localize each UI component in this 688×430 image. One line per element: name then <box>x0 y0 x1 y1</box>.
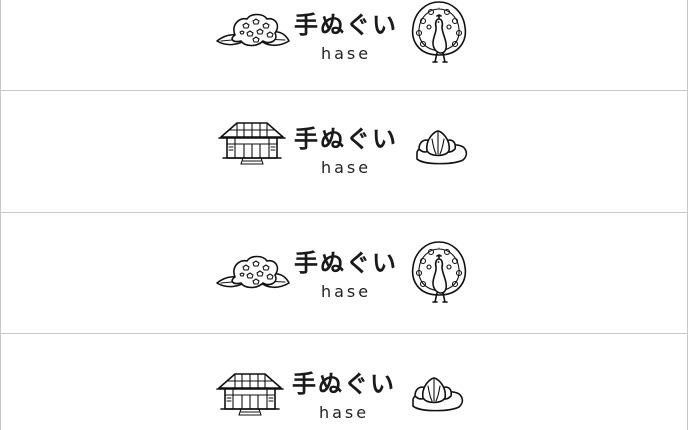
tag-subtitle: hase <box>320 282 372 301</box>
tag-strip: 手ぬぐい hase <box>0 212 688 334</box>
tag-strip: 手ぬぐい hase <box>0 334 688 430</box>
tag-title: 手ぬぐい <box>292 370 396 398</box>
tag-label: 手ぬぐい hase <box>291 11 401 63</box>
temple-icon <box>217 119 287 167</box>
tag-label: 手ぬぐい hase <box>289 370 399 422</box>
temple-icon <box>215 370 285 418</box>
tag-label: 手ぬぐい hase <box>291 125 401 177</box>
lotus-icon <box>409 129 469 165</box>
tag-subtitle: hase <box>320 158 372 177</box>
tag-title: 手ぬぐい <box>294 125 398 153</box>
hydrangea-icon <box>213 11 293 51</box>
tag-label: 手ぬぐい hase <box>291 249 401 301</box>
tag-title: 手ぬぐい <box>294 249 398 277</box>
tag-strip: 手ぬぐい hase <box>0 0 688 91</box>
tag-subtitle: hase <box>320 44 372 63</box>
peacock-icon <box>409 239 469 305</box>
tag-strip: 手ぬぐい hase <box>0 91 688 213</box>
tag-subtitle: hase <box>318 403 370 422</box>
lotus-icon <box>405 376 465 412</box>
peacock-icon <box>409 0 469 65</box>
tag-title: 手ぬぐい <box>294 11 398 39</box>
hydrangea-icon <box>213 253 293 293</box>
